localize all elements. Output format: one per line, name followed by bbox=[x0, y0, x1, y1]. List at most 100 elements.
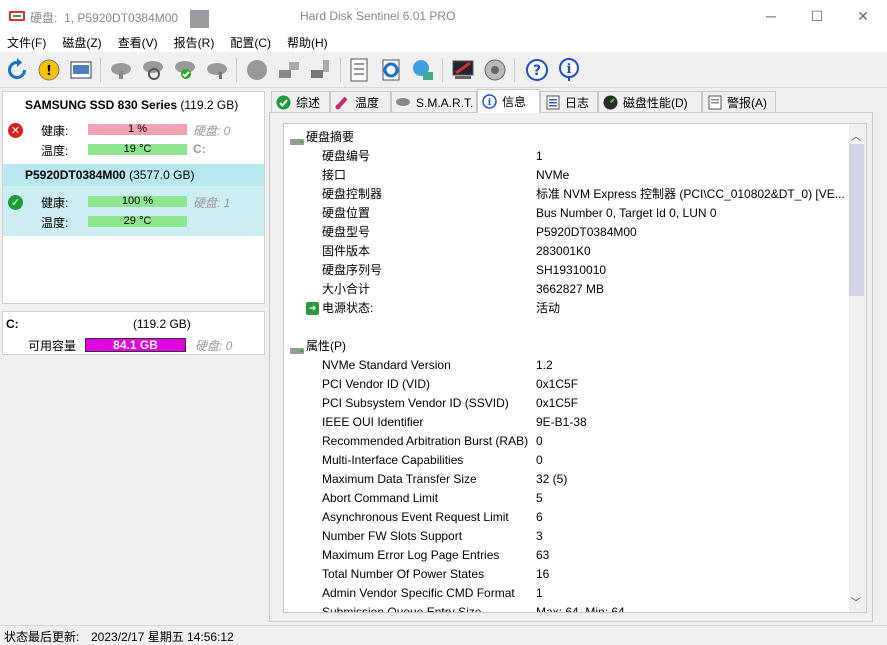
info-list: 硬盘摘要 硬盘编号 1 接口 NVMe 硬盘控制器 标准 NVM Express 控制器 (… bbox=[283, 123, 867, 613]
info-key: IEEE OUI Identifier bbox=[322, 415, 424, 429]
menu-bar: 文件(F) 磁盘(Z) 查看(V) 报告(R) 配置(C) 帮助(H) bbox=[0, 32, 887, 52]
temp-bar: 29 °C bbox=[88, 216, 187, 227]
status-value: 2023/2/17 星期五 14:56:12 bbox=[91, 630, 234, 644]
disk-list: SAMSUNG SSD 830 Series (119.2 GB) ✕ 健康: … bbox=[2, 91, 265, 304]
free-space-value: 84.1 GB bbox=[113, 338, 158, 352]
health-bar: 1 % bbox=[88, 124, 187, 135]
report-icon[interactable] bbox=[346, 57, 372, 83]
refresh-icon[interactable] bbox=[4, 57, 30, 83]
title-app-name: Hard Disk Sentinel 6.01 PRO bbox=[300, 9, 456, 23]
vertical-scrollbar[interactable]: ︿ ﹀ bbox=[849, 124, 866, 612]
usb-disk-icon[interactable] bbox=[308, 57, 334, 83]
free-space-bar: 84.1 GB bbox=[85, 338, 186, 352]
svg-text:?: ? bbox=[533, 63, 541, 79]
send-report-icon[interactable] bbox=[410, 57, 436, 83]
volume-item-c[interactable]: C: (119.2 GB) 可用容量 84.1 GB 硬盘: 0 bbox=[2, 311, 265, 355]
title-bar: 硬盘: 1, P5920DT0384M00 Hard Disk Sentinel… bbox=[0, 0, 887, 32]
menu-config[interactable]: 配置(C) bbox=[223, 34, 280, 51]
minimize-button[interactable]: ─ bbox=[748, 0, 794, 32]
section-title: 硬盘摘要 bbox=[306, 130, 355, 144]
surface-test-icon[interactable] bbox=[244, 57, 270, 83]
maximize-button[interactable]: ☐ bbox=[794, 0, 840, 32]
volume-drive: C: bbox=[6, 317, 19, 331]
report-refresh-icon[interactable] bbox=[378, 57, 404, 83]
info-value: 283001K0 bbox=[536, 244, 591, 258]
info-key: Admin Vendor Specific CMD Format bbox=[322, 586, 515, 600]
menu-disk[interactable]: 磁盘(Z) bbox=[55, 34, 110, 51]
disk-icon bbox=[396, 95, 411, 110]
scroll-up-icon[interactable]: ︿ bbox=[851, 128, 861, 143]
menu-help[interactable]: 帮助(H) bbox=[280, 34, 337, 51]
network-disk-icon[interactable] bbox=[276, 57, 302, 83]
hdd-icon bbox=[290, 133, 304, 145]
info-value: 1 bbox=[536, 586, 543, 600]
info-value: NVMe bbox=[536, 168, 570, 182]
help-icon[interactable]: ? bbox=[524, 57, 550, 83]
disk-item-samsung[interactable]: SAMSUNG SSD 830 Series (119.2 GB) ✕ 健康: … bbox=[3, 92, 264, 162]
scrollbar-thumb[interactable] bbox=[849, 144, 864, 296]
check-icon bbox=[276, 95, 291, 110]
tab-bar: 综述 温度 S.M.A.R.T. i 信息 日志 磁盘性能(D) 警报(A) bbox=[269, 89, 887, 113]
info-key: 硬盘控制器 bbox=[322, 187, 383, 201]
menu-view[interactable]: 查看(V) bbox=[111, 34, 167, 51]
drive-letter: C: bbox=[193, 142, 206, 156]
settings-icon[interactable] bbox=[450, 57, 476, 83]
tab-alerts[interactable]: 警报(A) bbox=[702, 91, 776, 113]
svg-text:i: i bbox=[567, 62, 572, 77]
menu-file[interactable]: 文件(F) bbox=[0, 34, 55, 51]
tab-smart[interactable]: S.M.A.R.T. bbox=[391, 91, 477, 113]
info-key: Asynchronous Event Request Limit bbox=[322, 510, 509, 524]
sound-icon[interactable] bbox=[482, 57, 508, 83]
info-value: 0 bbox=[536, 434, 543, 448]
menu-report[interactable]: 报告(R) bbox=[167, 34, 224, 51]
info-value: 3 bbox=[536, 529, 543, 543]
info-value: P5920DT0384M00 bbox=[536, 225, 637, 239]
hdd-icon[interactable] bbox=[108, 57, 134, 83]
info-value: Max: 64, Min: 64 bbox=[536, 605, 625, 613]
tab-performance[interactable]: 磁盘性能(D) bbox=[598, 91, 702, 113]
svg-text:!: ! bbox=[46, 64, 52, 79]
temp-bar: 19 °C bbox=[88, 144, 187, 155]
scroll-down-icon[interactable]: ﹀ bbox=[851, 594, 861, 609]
info-key: Multi-Interface Capabilities bbox=[322, 453, 464, 467]
free-space-label: 可用容量 bbox=[28, 339, 77, 353]
health-label: 健康: bbox=[41, 196, 69, 210]
status-bar: 状态最后更新: 2023/2/17 星期五 14:56:12 bbox=[0, 625, 887, 645]
close-button[interactable]: ✕ bbox=[840, 0, 886, 32]
tab-log[interactable]: 日志 bbox=[540, 91, 598, 113]
about-icon[interactable]: i bbox=[556, 57, 582, 83]
info-key: Recommended Arbitration Burst (RAB) bbox=[322, 434, 529, 448]
tab-info[interactable]: i 信息 bbox=[477, 89, 540, 113]
title-redacted-block bbox=[190, 10, 209, 28]
warning-icon[interactable]: ! bbox=[36, 57, 62, 83]
hdd-refresh-icon[interactable] bbox=[140, 57, 166, 83]
hdd-check-icon[interactable] bbox=[172, 57, 198, 83]
health-label: 健康: bbox=[41, 124, 69, 138]
health-bar: 100 % bbox=[88, 196, 187, 207]
disk-info-icon[interactable] bbox=[68, 57, 94, 83]
info-key: PCI Vendor ID (VID) bbox=[322, 377, 431, 391]
section-title: 属性(P) bbox=[306, 339, 346, 353]
gauge-icon bbox=[603, 95, 618, 110]
info-key: Abort Command Limit bbox=[322, 491, 439, 505]
tab-overview[interactable]: 综述 bbox=[271, 91, 330, 113]
info-key: Maximum Error Log Page Entries bbox=[322, 548, 500, 562]
info-panel: 硬盘摘要 硬盘编号 1 接口 NVMe 硬盘控制器 标准 NVM Express 控制器 (… bbox=[269, 112, 873, 622]
tab-temperature[interactable]: 温度 bbox=[330, 91, 391, 113]
hdd-tool-icon[interactable] bbox=[204, 57, 230, 83]
info-value: Bus Number 0, Target Id 0, LUN 0 bbox=[536, 206, 717, 220]
info-value: 0x1C5F bbox=[536, 377, 579, 391]
disk-number: 硬盘: 0 bbox=[193, 124, 231, 138]
disk-name: P5920DT0384M00 (3577.0 GB) bbox=[25, 168, 195, 182]
temp-label: 温度: bbox=[41, 216, 69, 230]
disk-item-p5920[interactable]: P5920DT0384M00 (3577.0 GB) ✓ 健康: 100 % 硬… bbox=[3, 164, 264, 236]
app-icon bbox=[9, 11, 25, 21]
info-key: 电源状态: bbox=[322, 301, 374, 315]
disk-name: SAMSUNG SSD 830 Series (119.2 GB) bbox=[25, 98, 239, 112]
svg-text:i: i bbox=[488, 98, 492, 108]
temp-label: 温度: bbox=[41, 144, 69, 158]
info-key: Submission Queue Entry Size bbox=[322, 605, 482, 613]
volume-size: (119.2 GB) bbox=[133, 317, 191, 331]
volume-disk-number: 硬盘: 0 bbox=[195, 339, 233, 353]
left-panel: SAMSUNG SSD 830 Series (119.2 GB) ✕ 健康: … bbox=[0, 89, 267, 622]
